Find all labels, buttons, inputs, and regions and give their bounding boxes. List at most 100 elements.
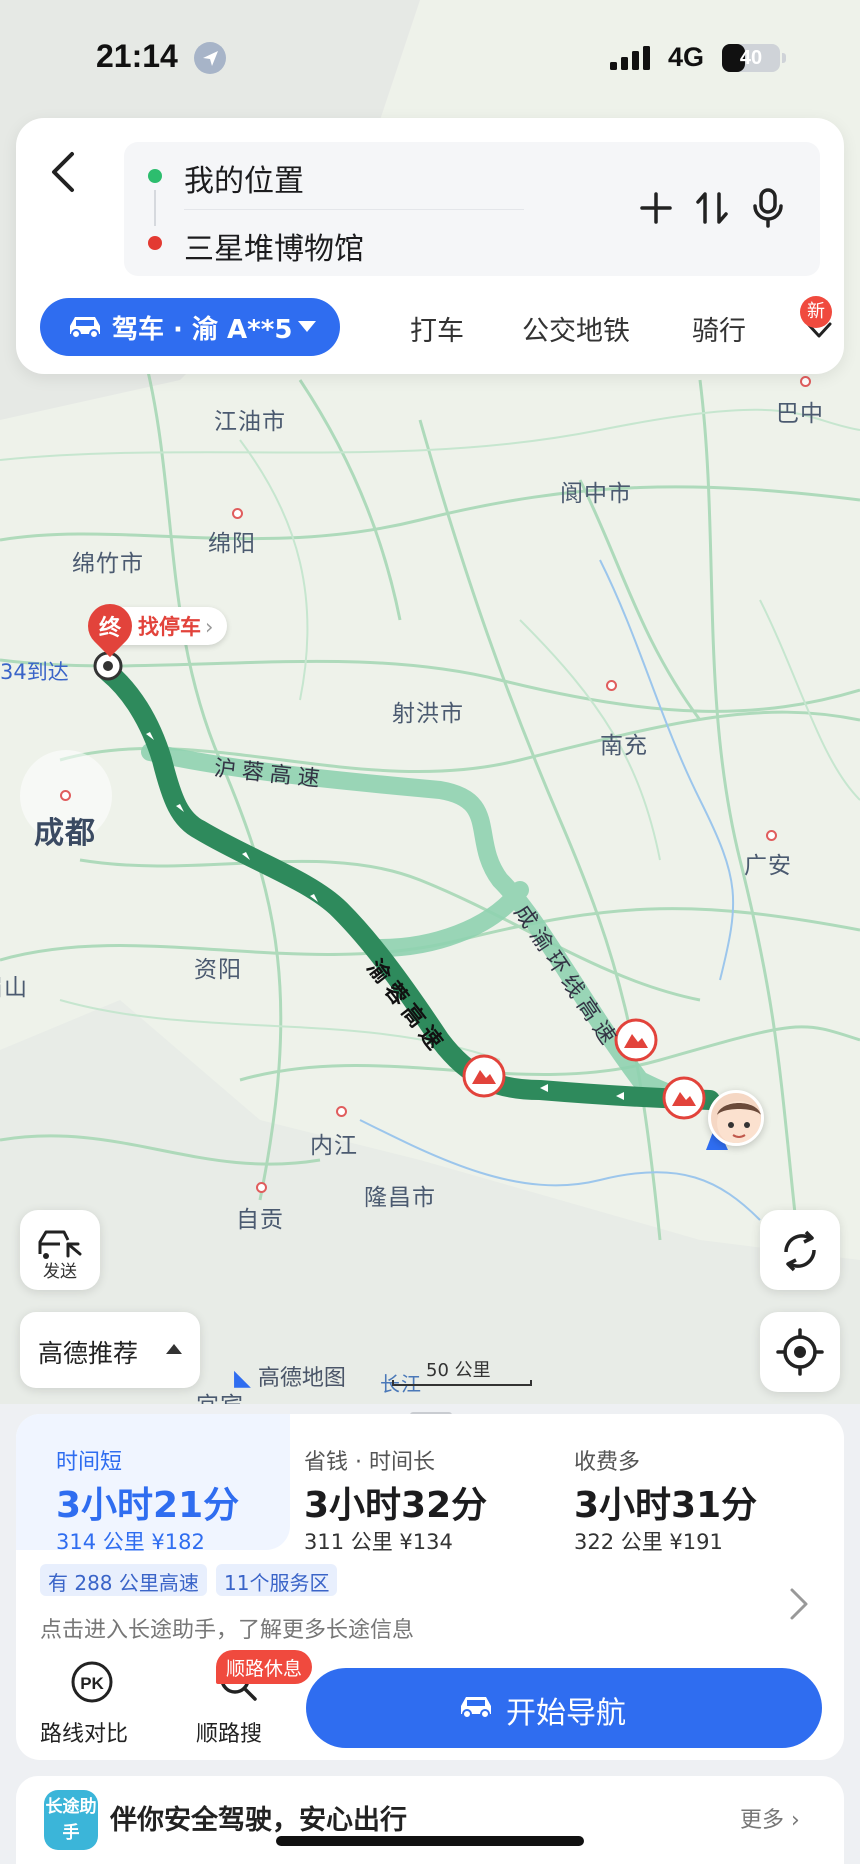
route-connector xyxy=(154,190,156,226)
tab-taxi[interactable]: 打车 xyxy=(410,309,464,348)
route-input-box: 我的位置 三星堆博物馆 xyxy=(124,142,820,276)
refresh-icon xyxy=(784,1230,816,1272)
city-label-major: 成都 xyxy=(34,816,96,851)
city-label: 隆昌市 xyxy=(364,1185,436,1211)
city-label: 内江 xyxy=(310,1133,358,1159)
long-trip-assistant-bar[interactable]: 长途助手 伴你安全驾驶，安心出行 更多 › xyxy=(16,1776,844,1864)
more-link[interactable]: 更多 › xyxy=(740,1802,800,1834)
route-distance-cost: 314 公里 ¥182 xyxy=(56,1530,205,1554)
city-label: 绵竹市 xyxy=(72,551,144,577)
route-distance-cost: 311 公里 ¥134 xyxy=(304,1530,453,1554)
route-options-card: 时间短 3小时21分 314 公里 ¥182 省钱 · 时间长 3小时32分 3… xyxy=(16,1414,844,1760)
battery-icon: 40 xyxy=(722,44,780,72)
route-option-2[interactable]: 省钱 · 时间长 3小时32分 311 公里 ¥134 xyxy=(290,1414,562,1554)
destination-field[interactable]: 三星堆博物馆 xyxy=(184,224,364,268)
back-button[interactable] xyxy=(38,142,86,198)
tab-drive-label: 驾车 · 渝 A**5 xyxy=(112,315,293,345)
city-dot xyxy=(336,1106,347,1117)
location-arrow-icon xyxy=(194,42,226,74)
scale-bar xyxy=(392,1380,532,1386)
recommend-dropdown[interactable]: 高德推荐 xyxy=(20,1312,200,1388)
arrival-time-label: 34到达 xyxy=(0,660,69,684)
send-to-car-button[interactable]: 发送 xyxy=(20,1210,100,1290)
city-label: 绵阳 xyxy=(208,531,256,557)
car-icon xyxy=(70,317,100,339)
long-trip-assistant-icon: 长途助手 xyxy=(44,1790,98,1850)
home-indicator[interactable] xyxy=(276,1836,584,1846)
status-time: 21:14 xyxy=(96,38,178,74)
microphone-icon[interactable] xyxy=(746,186,790,230)
tab-transit[interactable]: 公交地铁 xyxy=(522,309,630,348)
start-navigation-label: 开始导航 xyxy=(506,1696,626,1731)
map-logo: ◣ 高德地图 xyxy=(234,1366,346,1391)
route-tag: 时间短 xyxy=(56,1450,123,1475)
city-dot xyxy=(256,1182,267,1193)
scale-label: 50 公里 xyxy=(426,1360,491,1381)
travel-mode-tabs: 驾车 · 渝 A**5 打车 公交地铁 骑行 xyxy=(40,298,832,356)
city-dot xyxy=(232,508,243,519)
network-type: 4G xyxy=(668,42,705,72)
map-scale: 50 公里 xyxy=(392,1356,532,1386)
pk-icon: PK xyxy=(71,1661,113,1703)
city-label: 阆中市 xyxy=(560,481,632,507)
svg-text:PK: PK xyxy=(80,1674,104,1693)
city-label: 广安 xyxy=(744,853,792,879)
city-label: 自贡 xyxy=(236,1207,284,1233)
route-tag: 收费多 xyxy=(574,1450,641,1475)
city-label: 南充 xyxy=(600,733,648,759)
crosshair-icon xyxy=(776,1328,824,1376)
recommend-label: 高德推荐 xyxy=(38,1339,139,1368)
new-badge: 新 xyxy=(800,296,832,328)
status-bar: 21:14 4G 40 xyxy=(0,0,860,110)
tab-bike[interactable]: 骑行 xyxy=(692,309,746,348)
locate-me-button[interactable] xyxy=(760,1312,840,1392)
refresh-route-button[interactable] xyxy=(760,1210,840,1290)
route-duration: 3小时21分 xyxy=(56,1485,240,1526)
back-arrow-icon xyxy=(52,152,74,192)
city-label: 眉山 xyxy=(0,975,28,1001)
city-label: 巴中 xyxy=(776,401,824,427)
city-dot xyxy=(60,790,71,801)
start-navigation-button[interactable]: 开始导航 xyxy=(306,1668,822,1748)
route-tag: 省钱 · 时间长 xyxy=(304,1450,435,1475)
highway-chip: 有 288 公里高速 xyxy=(40,1564,207,1596)
long-trip-hint[interactable]: 点击进入长途助手，了解更多长途信息 xyxy=(40,1612,414,1644)
user-avatar-marker[interactable] xyxy=(708,1090,764,1146)
battery-level: 40 xyxy=(739,47,763,69)
battery-tip xyxy=(782,53,786,63)
send-label: 发送 xyxy=(43,1262,77,1282)
city-label: 资阳 xyxy=(194,957,242,983)
route-option-3[interactable]: 收费多 3小时31分 322 公里 ¥191 xyxy=(562,1414,844,1554)
rest-stop-badge: 顺路休息 xyxy=(216,1650,313,1684)
caret-up-icon xyxy=(166,1344,182,1354)
route-distance-cost: 322 公里 ¥191 xyxy=(574,1530,723,1554)
route-option-1[interactable]: 时间短 3小时21分 314 公里 ¥182 xyxy=(16,1414,290,1554)
service-area-chip: 11个服务区 xyxy=(216,1564,338,1596)
city-dot xyxy=(800,376,811,387)
city-label: 射洪市 xyxy=(392,701,464,727)
chevron-right-icon[interactable] xyxy=(788,1584,812,1624)
divider xyxy=(184,209,524,210)
route-search-card: 我的位置 三星堆博物馆 驾车 · 渝 A**5 打车 公交地铁 骑行 xyxy=(16,118,844,374)
swap-direction-icon[interactable] xyxy=(690,186,734,230)
city-dot xyxy=(766,830,777,841)
route-duration: 3小时32分 xyxy=(304,1485,488,1526)
city-dot xyxy=(606,680,617,691)
caret-down-icon xyxy=(298,321,316,332)
destination-dot-icon xyxy=(148,236,162,250)
avatar-face-icon xyxy=(717,1101,761,1143)
route-sheet: 时间短 3小时21分 314 公里 ¥182 省钱 · 时间长 3小时32分 3… xyxy=(0,1404,860,1864)
route-compare-label: 路线对比 xyxy=(40,1722,129,1747)
tab-drive[interactable]: 驾车 · 渝 A**5 xyxy=(40,298,340,356)
search-along-label: 顺路搜 xyxy=(196,1722,263,1747)
add-waypoint-icon[interactable] xyxy=(634,186,678,230)
route-duration: 3小时31分 xyxy=(574,1485,758,1526)
cellular-signal-icon xyxy=(610,46,650,70)
assistant-slogan: 伴你安全驾驶，安心出行 xyxy=(110,1805,407,1836)
chevron-right-icon: › xyxy=(205,615,214,639)
origin-field[interactable]: 我的位置 xyxy=(184,156,304,200)
destination-pin-label: 终 xyxy=(98,616,121,641)
city-label: 江油市 xyxy=(214,409,286,435)
find-parking-label: 找停车 xyxy=(138,615,201,639)
origin-dot-icon xyxy=(148,169,162,183)
